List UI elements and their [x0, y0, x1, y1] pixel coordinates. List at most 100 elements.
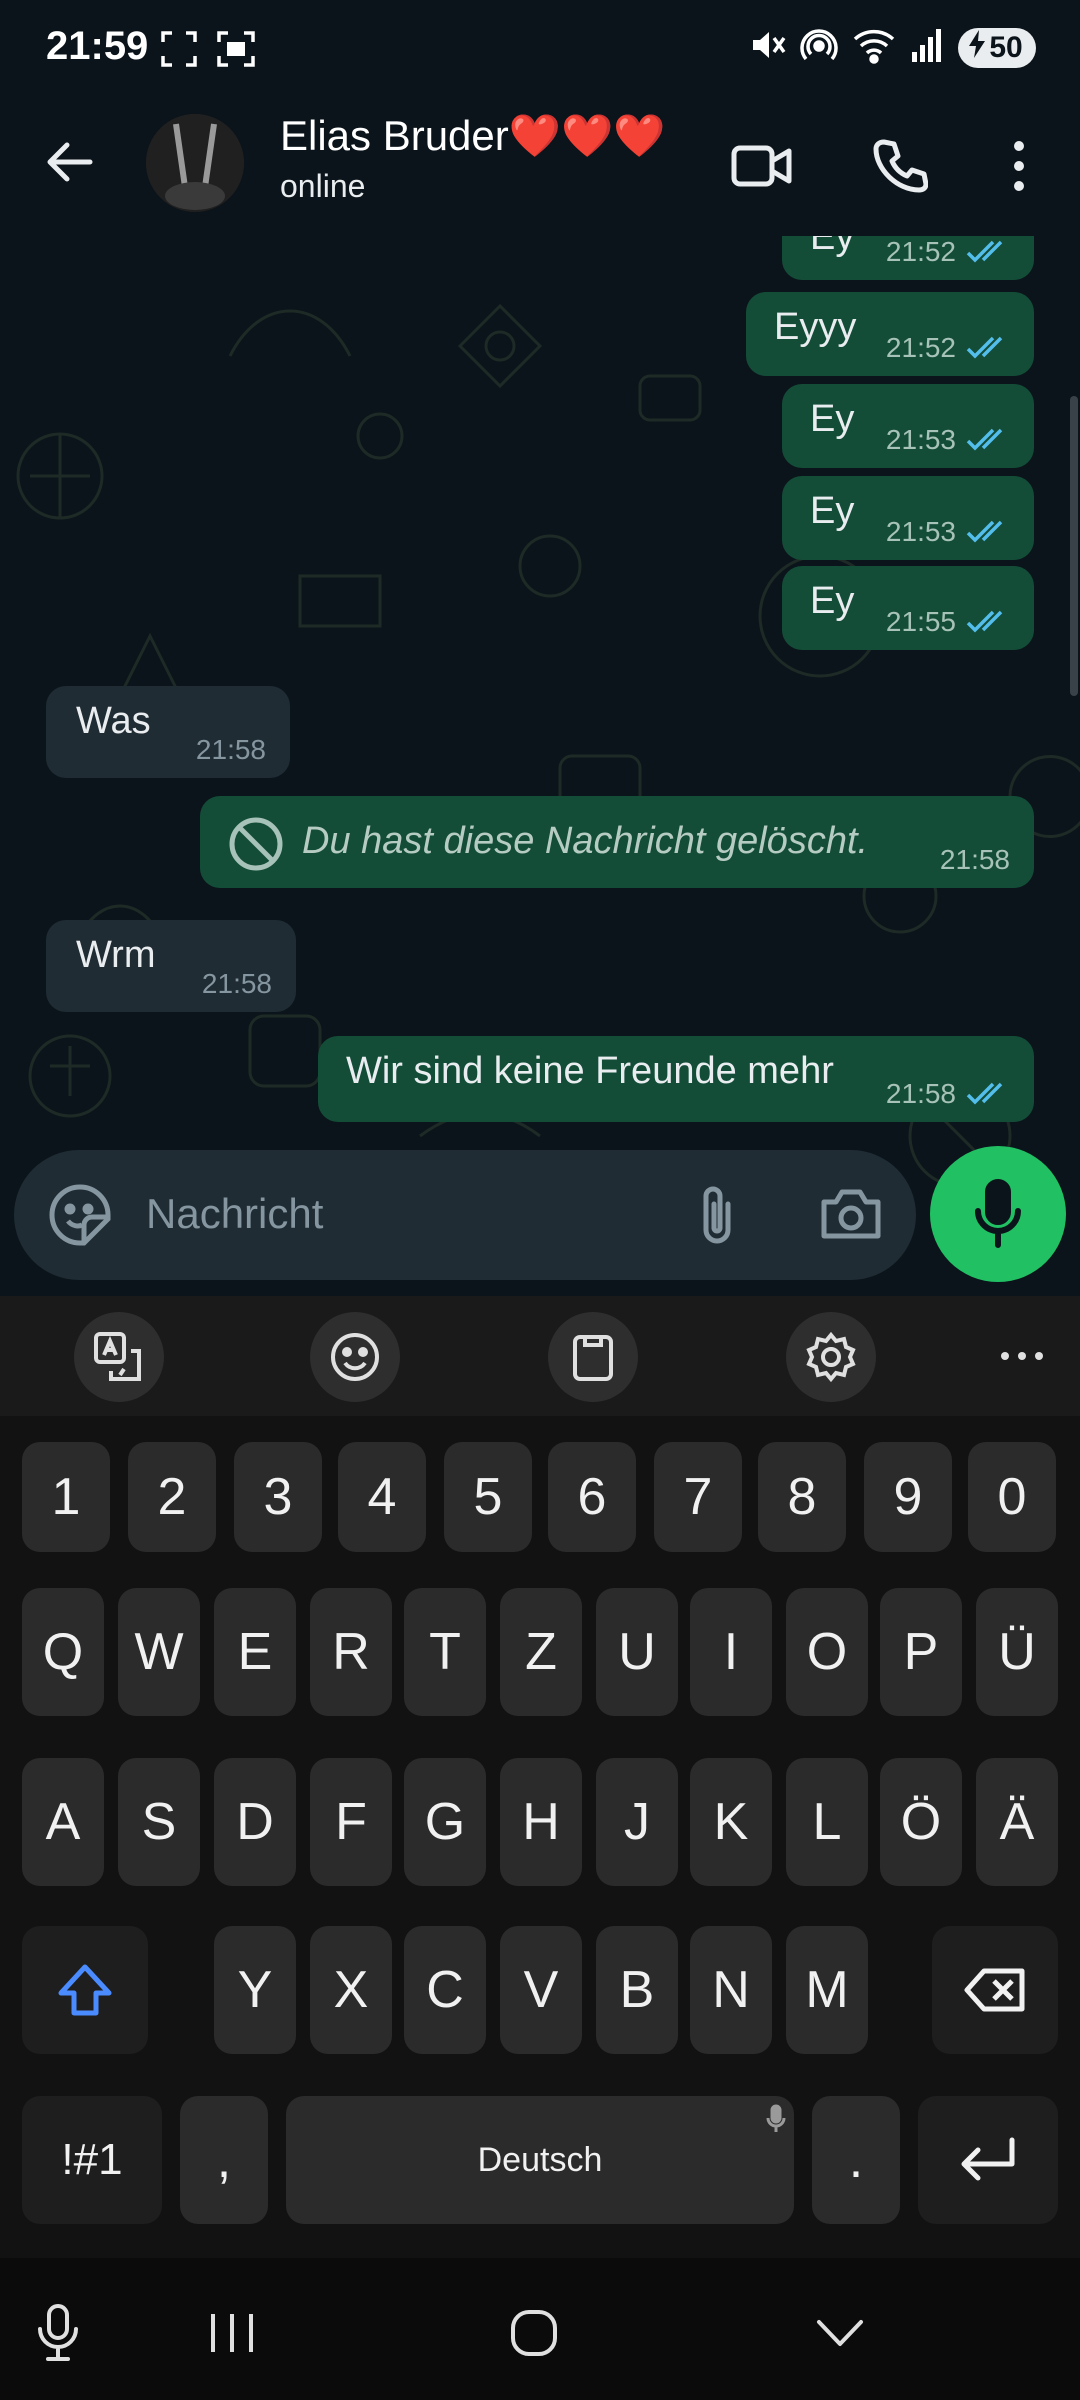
arrow-left-icon	[47, 142, 93, 182]
key-0[interactable]: 0	[968, 1442, 1056, 1552]
message-bubble-outgoing[interactable]: Ey 21:52	[782, 236, 1034, 280]
key-w[interactable]: W	[118, 1588, 200, 1716]
period-key[interactable]: .	[812, 2096, 900, 2224]
gear-icon	[806, 1331, 856, 1383]
video-call-button[interactable]	[722, 126, 802, 206]
home-button[interactable]	[494, 2298, 574, 2368]
recent-apps-button[interactable]	[192, 2298, 272, 2368]
message-bubble-outgoing[interactable]: Ey 21:55	[782, 566, 1034, 650]
backspace-key[interactable]	[932, 1926, 1058, 2054]
key-8[interactable]: 8	[758, 1442, 846, 1552]
hide-keyboard-button[interactable]	[800, 2298, 880, 2368]
camera-button[interactable]	[820, 1186, 882, 1247]
double-check-read-icon	[966, 610, 1003, 633]
key-a[interactable]: A	[22, 1758, 104, 1886]
chat-area[interactable]: Ey 21:52 Eyyy 21:52 Ey 21:53 Ey 21:53 Ey…	[0, 236, 1080, 1296]
key-e[interactable]: E	[214, 1588, 296, 1716]
enter-key[interactable]	[918, 2096, 1058, 2224]
attach-button[interactable]	[692, 1182, 742, 1253]
key-s[interactable]: S	[118, 1758, 200, 1886]
comma-key[interactable]: ,	[180, 2096, 268, 2224]
key-t[interactable]: T	[404, 1588, 486, 1716]
key-1[interactable]: 1	[22, 1442, 110, 1552]
enter-arrow-icon	[961, 2137, 1015, 2181]
message-meta: 21:53	[886, 516, 1010, 548]
key-3[interactable]: 3	[234, 1442, 322, 1552]
key-m[interactable]: M	[786, 1926, 868, 2054]
message-time: 21:52	[885, 236, 956, 267]
key-g[interactable]: G	[404, 1758, 486, 1886]
message-time: 21:58	[195, 734, 266, 765]
mute-icon	[748, 26, 786, 69]
symbols-key[interactable]: !#1	[22, 2096, 162, 2224]
contact-status: online	[280, 168, 366, 204]
hotspot-icon	[800, 26, 838, 69]
key-f[interactable]: F	[310, 1758, 392, 1886]
key-q[interactable]: Q	[22, 1588, 104, 1716]
key-r[interactable]: R	[310, 1588, 392, 1716]
key-oe[interactable]: Ö	[880, 1758, 962, 1886]
on-screen-keyboard: 1 2 3 4 5 6 7 8 9 0 Q W E R T Z U I O P …	[0, 1296, 1080, 2258]
message-bubble-deleted[interactable]: Du hast diese Nachricht gelöscht. 21:58	[200, 796, 1034, 888]
camera-icon	[821, 1189, 881, 1239]
message-bubble-incoming[interactable]: Was 21:58	[46, 686, 290, 778]
message-time: 21:58	[939, 844, 1010, 875]
video-camera-icon	[731, 145, 792, 187]
battery-level: 50	[989, 30, 1023, 64]
key-l[interactable]: L	[786, 1758, 868, 1886]
voice-call-button[interactable]	[860, 126, 940, 206]
key-x[interactable]: X	[310, 1926, 392, 2054]
back-button[interactable]	[34, 126, 106, 198]
key-j[interactable]: J	[596, 1758, 678, 1886]
message-bubble-outgoing[interactable]: Eyyy 21:52	[746, 292, 1034, 376]
shift-key[interactable]	[22, 1926, 148, 2054]
key-6[interactable]: 6	[548, 1442, 636, 1552]
more-tools-button[interactable]	[982, 1336, 1062, 1376]
key-7[interactable]: 7	[654, 1442, 742, 1552]
message-composer[interactable]: Nachricht	[14, 1150, 916, 1280]
key-u[interactable]: U	[596, 1588, 678, 1716]
key-k[interactable]: K	[690, 1758, 772, 1886]
message-bubble-outgoing[interactable]: Ey 21:53	[782, 476, 1034, 560]
recents-icon	[211, 2314, 253, 2352]
sticker-button[interactable]	[48, 1183, 112, 1252]
key-9[interactable]: 9	[864, 1442, 952, 1552]
message-text: Wrm	[76, 934, 156, 976]
keyboard-settings-button[interactable]	[786, 1312, 876, 1402]
key-n[interactable]: N	[690, 1926, 772, 2054]
emoji-button[interactable]	[310, 1312, 400, 1402]
key-b[interactable]: B	[596, 1926, 678, 2054]
contact-avatar[interactable]	[146, 114, 244, 212]
keyboard-voice-button[interactable]	[18, 2298, 98, 2368]
key-o[interactable]: O	[786, 1588, 868, 1716]
chat-scrollbar[interactable]	[1070, 396, 1078, 696]
message-bubble-incoming[interactable]: Wrm 21:58	[46, 920, 296, 1012]
key-ae[interactable]: Ä	[976, 1758, 1058, 1886]
chevron-down-icon	[817, 2320, 863, 2346]
key-p[interactable]: P	[880, 1588, 962, 1716]
key-i[interactable]: I	[690, 1588, 772, 1716]
chat-header: Elias Bruder❤️❤️❤️ online	[0, 96, 1080, 236]
message-bubble-outgoing[interactable]: Ey 21:53	[782, 384, 1034, 468]
smiley-icon	[331, 1333, 379, 1381]
message-input[interactable]: Nachricht	[146, 1190, 323, 1238]
translate-button[interactable]	[74, 1312, 164, 1402]
key-y[interactable]: Y	[214, 1926, 296, 2054]
key-2[interactable]: 2	[128, 1442, 216, 1552]
clipboard-button[interactable]	[548, 1312, 638, 1402]
message-bubble-outgoing[interactable]: Wir sind keine Freunde mehr 21:58	[318, 1036, 1034, 1122]
voice-message-button[interactable]	[930, 1146, 1066, 1282]
space-key[interactable]: Deutsch	[286, 2096, 794, 2224]
status-bar: 21:59 50	[0, 0, 1080, 96]
key-v[interactable]: V	[500, 1926, 582, 2054]
key-5[interactable]: 5	[444, 1442, 532, 1552]
double-check-read-icon	[966, 520, 1003, 543]
contact-name[interactable]: Elias Bruder❤️❤️❤️	[280, 112, 666, 161]
key-c[interactable]: C	[404, 1926, 486, 2054]
key-z[interactable]: Z	[500, 1588, 582, 1716]
key-4[interactable]: 4	[338, 1442, 426, 1552]
key-d[interactable]: D	[214, 1758, 296, 1886]
more-options-button[interactable]	[978, 126, 1060, 206]
key-h[interactable]: H	[500, 1758, 582, 1886]
key-ue[interactable]: Ü	[976, 1588, 1058, 1716]
